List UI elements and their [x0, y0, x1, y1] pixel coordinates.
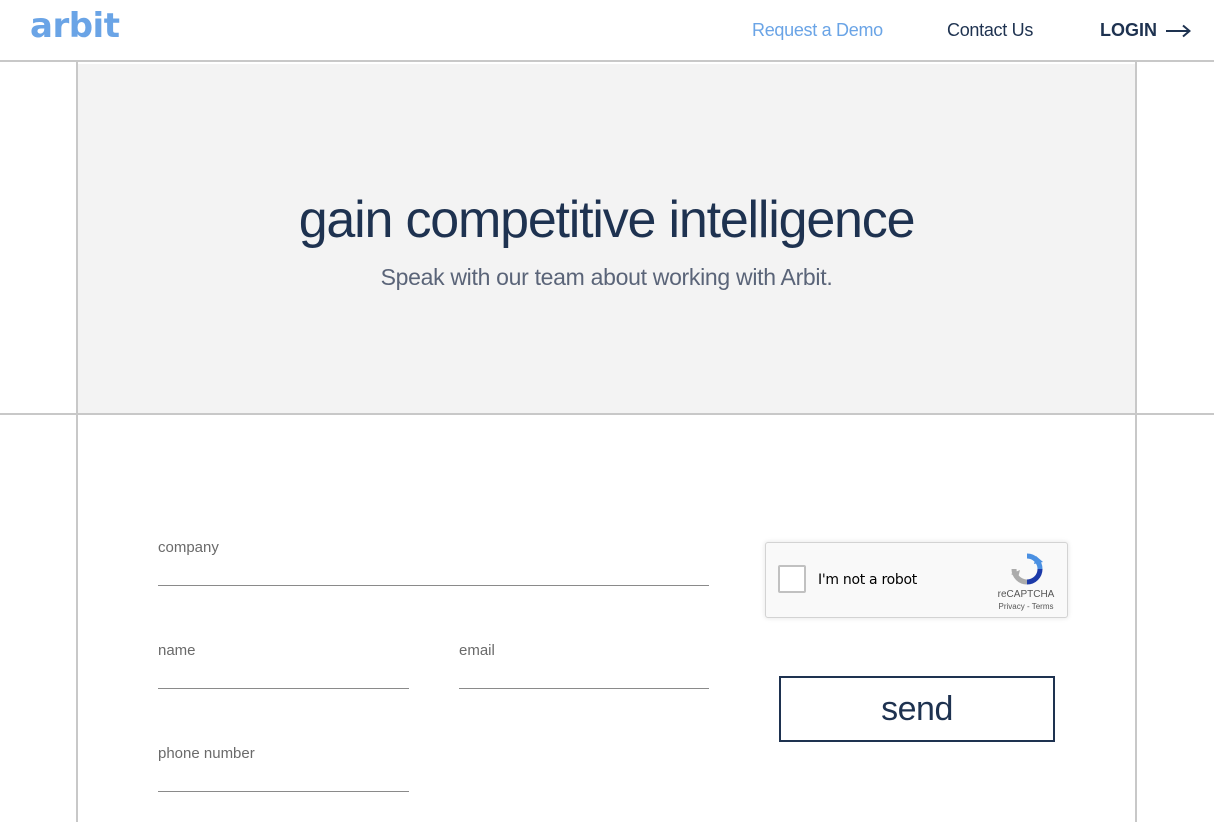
email-input[interactable]	[459, 665, 709, 689]
email-label: email	[459, 642, 495, 659]
arbit-logo[interactable]: arbit	[30, 6, 120, 46]
phone-field-group: phone number	[158, 745, 409, 792]
section-divider	[0, 413, 1214, 415]
name-label: name	[158, 642, 196, 659]
hero-subtitle: Speak with our team about working with A…	[380, 264, 833, 290]
name-input[interactable]	[158, 665, 409, 689]
company-label: company	[158, 539, 219, 556]
recaptcha-checkbox[interactable]	[778, 565, 806, 593]
recaptcha-brand: reCAPTCHA	[997, 589, 1055, 600]
top-nav-bar: arbit Request a Demo Contact Us LOGIN	[0, 0, 1214, 62]
recaptcha-logo-icon	[1011, 553, 1043, 585]
name-field-group: name	[158, 642, 409, 689]
email-field-group: email	[459, 642, 709, 689]
hero-section: gain competitive intelligence Speak with…	[78, 64, 1135, 413]
recaptcha-privacy-terms[interactable]: Privacy - Terms	[986, 602, 1066, 611]
right-frame-line	[1135, 62, 1137, 822]
company-field-group: company	[158, 539, 709, 586]
login-label: LOGIN	[1100, 20, 1157, 40]
phone-number-input[interactable]	[158, 768, 409, 792]
recaptcha-label: I'm not a robot	[818, 572, 917, 588]
recaptcha-widget: I'm not a robot reCAPTCHA Privacy - Term…	[765, 542, 1068, 618]
company-input[interactable]	[158, 562, 709, 586]
hero-title: gain competitive intelligence	[298, 191, 916, 249]
nav-request-demo-link[interactable]: Request a Demo	[752, 20, 883, 41]
arrow-right-icon	[1166, 24, 1191, 37]
nav-login-link[interactable]: LOGIN	[1100, 20, 1191, 41]
send-button[interactable]: send	[779, 676, 1055, 742]
phone-number-label: phone number	[158, 745, 255, 762]
nav-contact-us-link[interactable]: Contact Us	[947, 20, 1033, 41]
